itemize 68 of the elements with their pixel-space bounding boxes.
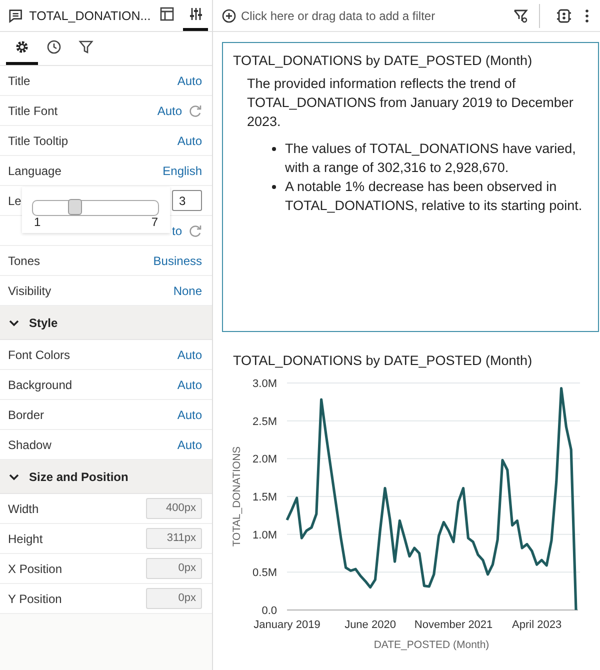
property-label: Height	[8, 532, 43, 546]
reset-icon[interactable]	[188, 104, 202, 118]
bullet-icon	[272, 185, 276, 189]
y-tick-label: 1.5M	[252, 492, 277, 504]
narrative-paragraph: The provided information reflects the trend of TOTAL_DONATIONS from January 2019 to December 2023.	[246, 75, 574, 131]
y-tick-label: 0.5M	[252, 567, 277, 580]
section-title: Size and Position	[29, 470, 128, 484]
property-value-link[interactable]: Auto	[177, 74, 202, 88]
property-label: Shadow	[8, 438, 52, 452]
chart-title: TOTAL_DONATIONS by DATE_POSTED (Month)	[233, 353, 534, 370]
slider-min-label: 1	[34, 216, 41, 229]
property-label: Y Position	[8, 592, 62, 606]
property-label: Language	[8, 164, 62, 178]
clock-icon[interactable]	[46, 39, 62, 55]
add-icon[interactable]	[222, 8, 236, 22]
property-label: Tones	[8, 254, 40, 268]
property-label: Title	[8, 74, 30, 88]
property-label: Title Tooltip	[8, 134, 68, 148]
x-axis-title: DATE_POSTED (Month)	[374, 639, 490, 651]
property-label: Font Colors	[8, 348, 70, 362]
property-label: Background	[8, 378, 72, 392]
property-value-link[interactable]: Auto	[177, 408, 202, 422]
filter-placeholder[interactable]: Click here or drag data to add a filter	[241, 8, 513, 22]
property-label: Le	[8, 194, 22, 208]
property-value-link[interactable]: English	[162, 164, 202, 178]
sliders-icon[interactable]	[188, 6, 204, 22]
property-value-link[interactable]: Auto	[177, 438, 202, 452]
y-tick-label: 0.0	[262, 605, 277, 617]
property-value-link[interactable]: None	[173, 284, 202, 298]
y-tick-label: 1.0M	[252, 529, 277, 542]
property-value-link[interactable]: Auto	[157, 104, 182, 118]
property-value-link[interactable]: Business	[153, 254, 202, 268]
property-label: Border	[8, 408, 44, 422]
level-field[interactable]: 3	[172, 190, 202, 211]
narrative-title: TOTAL_DONATIONS by DATE_POSTED (Month)	[233, 53, 534, 68]
property-label: Width	[8, 502, 39, 516]
more-icon[interactable]	[584, 8, 590, 24]
layout-icon[interactable]	[159, 6, 176, 22]
bullet-text: The values of TOTAL_DONATIONS have varied, with a range of 302,316 to 2,928,670.	[285, 140, 577, 177]
property-value-link[interactable]: Auto	[177, 348, 202, 362]
y-tick-label: 2.5M	[252, 416, 277, 428]
property-label: X Position	[8, 562, 62, 576]
x-tick-label: January 2019	[254, 619, 320, 631]
y-tick-label: 3.0M	[252, 378, 277, 390]
slider-thumb[interactable]	[68, 199, 82, 215]
gear-icon[interactable]	[14, 39, 30, 55]
bullet-text: A notable 1% decrease has been observed in TOTAL_DONATIONS, relative to its starting point.	[285, 178, 584, 215]
property-value-link[interactable]: Auto	[177, 378, 202, 392]
slider-max-label: 7	[151, 216, 158, 229]
property-value-link[interactable]: to	[172, 224, 182, 238]
filter-icon[interactable]	[513, 8, 529, 24]
property-label: Visibility	[8, 284, 52, 298]
slider-track[interactable]	[32, 200, 159, 216]
x-tick-label: November 2021	[414, 619, 493, 631]
y-tick-label: 2.0M	[252, 454, 277, 466]
reset-icon[interactable]	[188, 224, 202, 238]
section-header[interactable]: Size and Position	[0, 460, 212, 494]
section-title: Style	[29, 316, 58, 330]
panel-title: TOTAL_DONATION...	[29, 8, 151, 22]
y-axis-title: TOTAL_DONATIONS	[231, 446, 243, 547]
x-tick-label: June 2020	[344, 619, 396, 631]
property-label: Title Font	[8, 104, 58, 118]
section-header[interactable]: Style	[0, 306, 212, 340]
comment-icon[interactable]	[8, 8, 24, 24]
property-value-link[interactable]: Auto	[177, 134, 202, 148]
bullet-icon	[272, 147, 276, 151]
filter-icon[interactable]	[78, 39, 94, 55]
x-tick-label: April 2023	[512, 619, 562, 631]
